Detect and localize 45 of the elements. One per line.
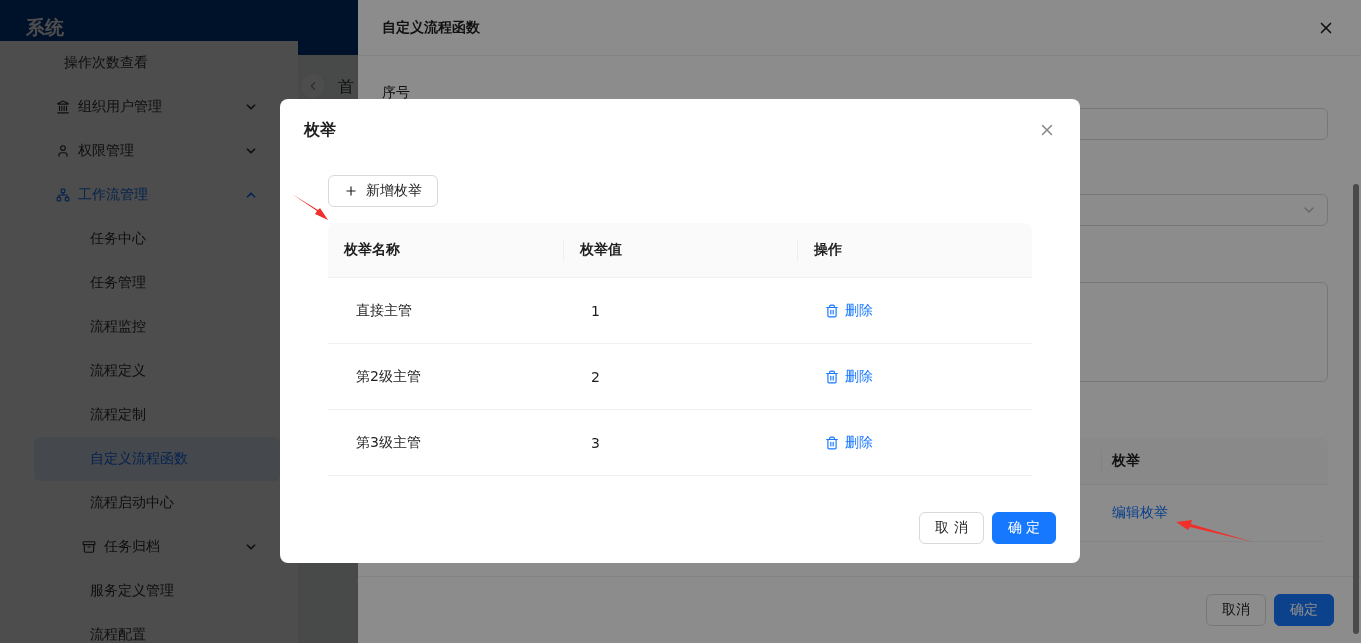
table-cell: 第3级主管 bbox=[356, 433, 421, 452]
confirm-button[interactable]: 确 定 bbox=[991, 512, 1056, 544]
sidebar-item[interactable]: 服务定义管理 bbox=[34, 569, 280, 613]
delete-link[interactable]: 删除 bbox=[825, 367, 873, 386]
scrollbar[interactable] bbox=[1353, 184, 1359, 634]
table-cell: 2 bbox=[591, 368, 600, 385]
sidebar-item[interactable]: 任务管理 bbox=[34, 261, 280, 305]
trash-icon bbox=[825, 435, 839, 450]
sidebar-item[interactable]: 流程启动中心 bbox=[34, 481, 280, 525]
field-label: 序号 bbox=[382, 83, 411, 102]
sidebar-item[interactable]: 工作流管理 bbox=[34, 173, 280, 217]
delete-link[interactable]: 删除 bbox=[825, 301, 873, 320]
sidebar-item[interactable]: 流程监控 bbox=[34, 305, 280, 349]
sidebar-item[interactable]: 任务中心 bbox=[34, 217, 280, 261]
table-cell: 3 bbox=[591, 434, 600, 451]
user-icon bbox=[56, 144, 70, 158]
modal-title: 枚举 bbox=[304, 119, 336, 141]
bank-icon bbox=[56, 100, 70, 114]
plus-icon bbox=[344, 184, 358, 198]
trash-icon bbox=[825, 369, 839, 384]
sidebar-item[interactable]: 操作次数查看 bbox=[34, 41, 280, 85]
column-header: 操作 bbox=[797, 239, 1032, 261]
sidebar-item[interactable]: 流程配置 bbox=[34, 613, 280, 643]
sidebar-item[interactable]: 流程定义 bbox=[34, 349, 280, 393]
page-tab[interactable]: 首 bbox=[338, 77, 354, 98]
table-cell: 直接主管 bbox=[356, 301, 412, 320]
table-cell: 1 bbox=[591, 302, 600, 319]
column-header: 枚举值 bbox=[563, 239, 797, 261]
network-icon bbox=[56, 188, 70, 202]
trash-icon bbox=[825, 303, 839, 318]
drawer-title: 自定义流程函数 bbox=[382, 18, 480, 37]
sidebar-item[interactable]: 任务归档 bbox=[34, 525, 280, 569]
confirm-button[interactable]: 确定 bbox=[1274, 594, 1334, 626]
column-header: 枚举 bbox=[1101, 450, 1328, 472]
cancel-button[interactable]: 取消 bbox=[1206, 594, 1266, 626]
add-button[interactable]: 新增枚举 bbox=[328, 175, 438, 207]
app-title: 系统 bbox=[26, 14, 64, 40]
column-header: 枚举名称 bbox=[343, 240, 401, 259]
cancel-button[interactable]: 取 消 bbox=[919, 512, 984, 544]
table-cell: 第2级主管 bbox=[356, 367, 421, 386]
sidebar-item[interactable]: 组织用户管理 bbox=[34, 85, 280, 129]
edit-link[interactable]: 编辑枚举 bbox=[1112, 504, 1168, 522]
delete-link[interactable]: 删除 bbox=[825, 433, 873, 452]
archive-icon bbox=[82, 540, 96, 554]
sidebar-item[interactable]: 流程定制 bbox=[34, 393, 280, 437]
